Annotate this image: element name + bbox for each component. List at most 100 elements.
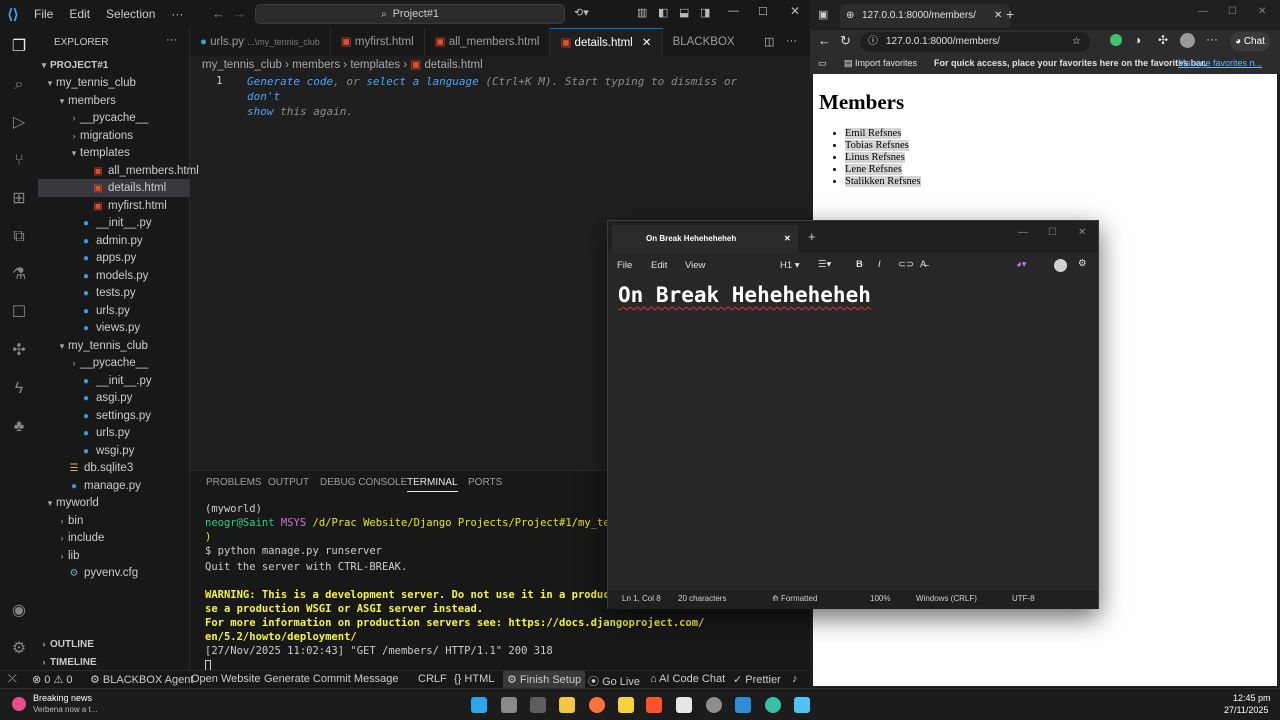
notepad-taskbar-icon[interactable]	[794, 697, 810, 713]
tree-folder[interactable]: › include	[38, 529, 190, 547]
extensions-icon[interactable]: ⊞	[8, 188, 30, 210]
notifications-bell-icon[interactable]: ♪	[792, 673, 798, 685]
menu-selection[interactable]: Selection	[98, 7, 163, 21]
tree-file[interactable]: ⚙ pyvenv.cfg	[38, 564, 190, 582]
source-control-icon[interactable]: ⑂	[8, 150, 30, 172]
tree-folder[interactable]: › lib	[38, 547, 190, 565]
address-bar[interactable]: ⓘ 127.0.0.1:8000/members/ ☆	[860, 32, 1090, 52]
file-explorer-icon[interactable]	[559, 697, 575, 713]
remote-icon[interactable]: ⤫	[8, 673, 17, 686]
sticky-notes-icon[interactable]	[618, 697, 634, 713]
firefox-icon[interactable]	[589, 697, 605, 713]
browser-tab[interactable]: ⊕ 127.0.0.1:8000/members/ ✕	[840, 4, 1010, 28]
project-root[interactable]: ▾ PROJECT#1	[38, 56, 190, 74]
tab-close-icon[interactable]: ✕	[642, 37, 652, 49]
import-favorites-button[interactable]: ▤ Import favorites	[844, 58, 917, 69]
bold-icon[interactable]: B	[856, 259, 863, 270]
tab-all-members-html[interactable]: ▣ all_members.html	[425, 28, 551, 56]
maximize-icon[interactable]: ☐	[1228, 6, 1237, 17]
clock-date[interactable]: 27/11/2025	[1224, 705, 1268, 715]
tab-close-icon[interactable]: ✕	[784, 225, 791, 253]
breadcrumb-item[interactable]: my_tennis_club	[202, 59, 282, 71]
generate-code-link[interactable]: Generate code	[247, 75, 333, 88]
link-icon[interactable]: ⊂⊃	[898, 259, 914, 270]
open-website-status[interactable]: Open Website	[191, 673, 261, 685]
tree-file[interactable]: ● views.py	[38, 319, 190, 337]
chat-icon[interactable]: ☐	[8, 302, 30, 324]
edge-icon[interactable]	[765, 697, 781, 713]
site-info-icon[interactable]: ⓘ	[868, 32, 878, 52]
panel-tab-ports[interactable]: PORTS	[468, 477, 502, 488]
toggle-sidebar-icon[interactable]: ◧	[658, 6, 668, 19]
task-view-icon[interactable]	[501, 697, 517, 713]
maximize-icon[interactable]: ☐	[758, 5, 768, 18]
tab-blackbox[interactable]: BLACKBOX	[663, 28, 745, 56]
breadcrumb-item[interactable]: details.html	[424, 59, 482, 71]
manage-favorites-link[interactable]: Manage favorites n...	[1178, 58, 1262, 68]
close-icon[interactable]: ✕	[1078, 227, 1086, 238]
menu-file[interactable]: File	[617, 260, 632, 271]
explorer-icon[interactable]: ❐	[8, 36, 30, 58]
editor-more-icon[interactable]: ···	[786, 35, 797, 47]
menu-view[interactable]: View	[685, 260, 705, 271]
panel-tab-debug-console[interactable]: DEBUG CONSOLE	[320, 477, 407, 488]
remote-explorer-icon[interactable]: ⧉	[8, 226, 30, 248]
favorite-star-icon[interactable]: ☆	[1072, 32, 1081, 52]
tree-file[interactable]: ● models.py	[38, 267, 190, 285]
new-tab-icon[interactable]: +	[1006, 6, 1014, 22]
tab-actions-icon[interactable]: ▣	[818, 8, 828, 21]
tree-folder[interactable]: › __pycache__	[38, 354, 190, 372]
extension-icon[interactable]	[1110, 34, 1122, 46]
go-live-status[interactable]: ⦿ Go Live	[588, 673, 640, 689]
clock-time[interactable]: 12:45 pm	[1233, 693, 1271, 703]
copilot-icon[interactable]: ◕▾	[1016, 259, 1027, 270]
tree-folder[interactable]: ▾ members	[38, 92, 190, 110]
copilot-chat-button[interactable]: ◕ Chat	[1230, 32, 1270, 51]
ai-chat-status[interactable]: ⌂ AI Code Chat	[650, 673, 725, 685]
app-icon[interactable]	[676, 697, 692, 713]
news-title[interactable]: Breaking news	[33, 693, 92, 703]
dont-show-link-2[interactable]: show	[247, 105, 274, 118]
timeline-section[interactable]: › TIMELINE	[38, 653, 190, 671]
language-status[interactable]: {} HTML	[454, 673, 494, 685]
tree-file[interactable]: ● admin.py	[38, 232, 190, 250]
tree-folder[interactable]: ▾ my_tennis_club	[38, 337, 190, 355]
start-icon[interactable]	[471, 697, 487, 713]
menu-file[interactable]: File	[26, 7, 61, 21]
clear-format-icon[interactable]: A̶	[920, 259, 926, 270]
toggle-secondary-icon[interactable]: ◨	[700, 6, 710, 19]
refresh-icon[interactable]: ↻	[840, 33, 851, 49]
explorer-more-icon[interactable]: ···	[166, 34, 177, 46]
tree-file[interactable]: ● urls.py	[38, 424, 190, 442]
profile-avatar[interactable]	[1180, 33, 1195, 48]
menu-more[interactable]: ···	[163, 7, 191, 21]
layout-customize-icon[interactable]: ▥	[637, 6, 647, 19]
command-center-search[interactable]: ⌕ Project#1	[255, 4, 565, 24]
eol-status[interactable]: CRLF	[418, 673, 447, 685]
extension-icon[interactable]: ◑	[1134, 33, 1141, 47]
select-language-link[interactable]: select a language	[366, 75, 479, 88]
breadcrumb-item[interactable]: templates	[350, 59, 400, 71]
outline-section[interactable]: › OUTLINE	[38, 635, 190, 653]
split-editor-icon[interactable]: ◫	[764, 35, 774, 48]
extensions-icon[interactable]: ✣	[1158, 33, 1168, 47]
github-desktop-icon[interactable]	[706, 697, 722, 713]
tree-file[interactable]: ▣ all_members.html	[38, 162, 198, 180]
lightning-icon[interactable]: ϟ	[8, 378, 30, 400]
tree-file[interactable]: ● apps.py	[38, 249, 190, 267]
panel-tab-output[interactable]: OUTPUT	[268, 477, 309, 488]
tree-folder[interactable]: ▾ myworld	[38, 494, 190, 512]
notepad-text-area[interactable]: On Break Heheheheheh	[618, 283, 871, 307]
format-status[interactable]: ⟰ Formatted	[772, 594, 817, 603]
new-tab-icon[interactable]: +	[808, 229, 816, 244]
search-view-icon[interactable]: ⌕	[8, 74, 30, 96]
menu-edit[interactable]: Edit	[651, 260, 667, 271]
tree-file[interactable]: ☰ db.sqlite3	[38, 459, 190, 477]
tree-file[interactable]: ● settings.py	[38, 407, 190, 425]
account-icon[interactable]	[1054, 259, 1067, 272]
tab-myfirst-html[interactable]: ▣ myfirst.html	[331, 28, 425, 56]
tree-file[interactable]: ● wsgi.py	[38, 442, 190, 460]
tree-folder[interactable]: ▾ my_tennis_club	[38, 74, 190, 92]
nav-forward-icon[interactable]: →	[233, 6, 246, 21]
tree-file[interactable]: ▣ details.html	[38, 179, 190, 197]
